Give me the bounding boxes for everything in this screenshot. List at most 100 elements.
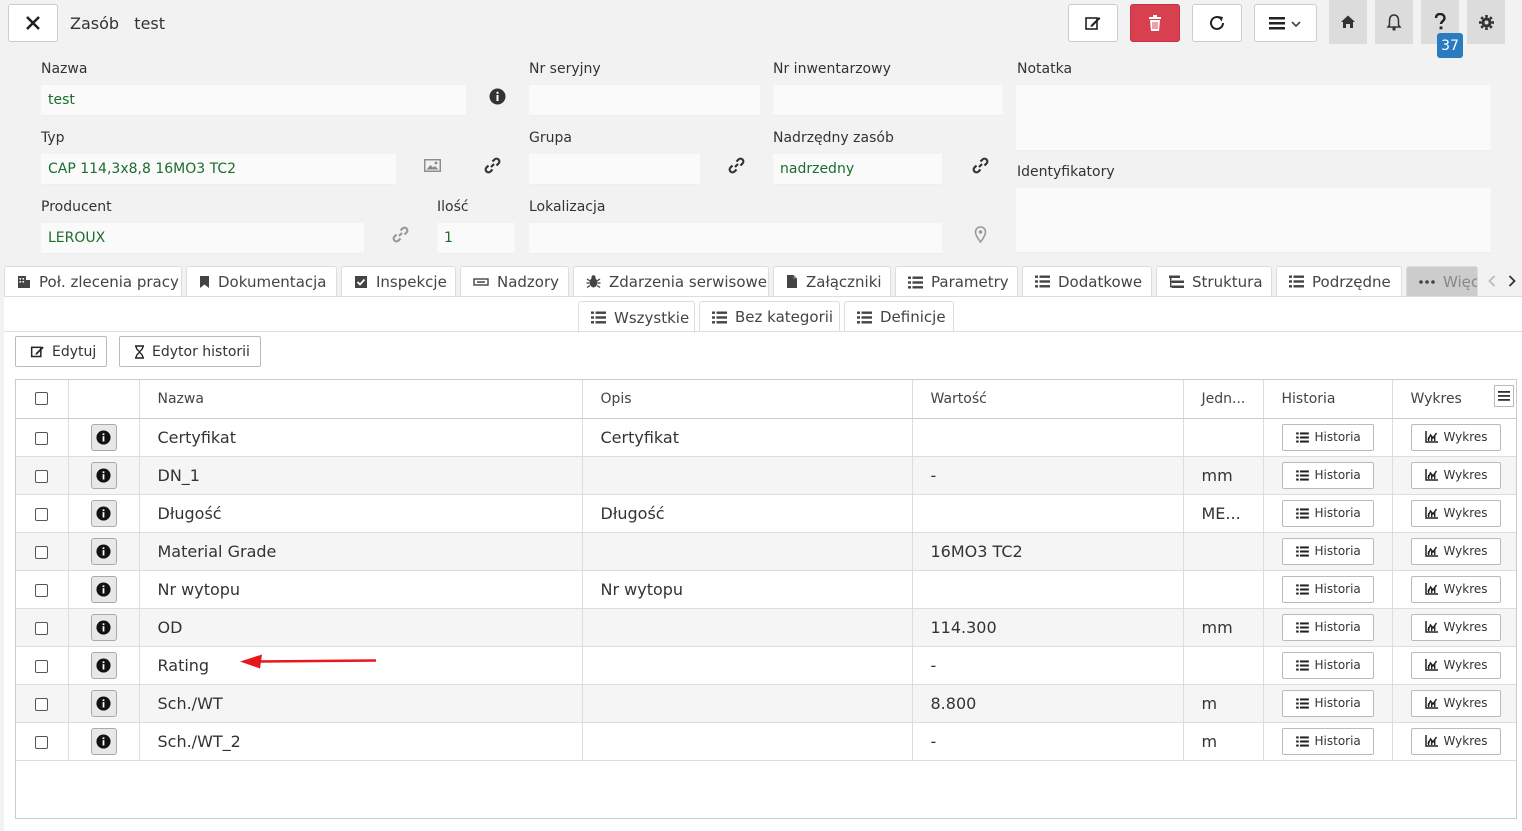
ilosc-field[interactable]: 1 [437, 223, 515, 254]
question-icon [1434, 13, 1446, 30]
historia-button[interactable]: Historia [1281, 727, 1374, 755]
tab-nadzory[interactable]: Nadzory [460, 266, 569, 296]
table-row[interactable]: Material Grade 16MO3 TC2 Historia Wykres [16, 532, 1516, 571]
menu-dropdown-button[interactable] [1254, 4, 1317, 42]
row-checkbox[interactable] [35, 621, 49, 635]
tab-dokumentacja[interactable]: Dokumentacja [186, 266, 337, 296]
refresh-button[interactable] [1192, 4, 1242, 42]
info-icon[interactable] [90, 423, 117, 451]
column-header-nazwa[interactable]: Nazwa [139, 380, 583, 419]
historia-button[interactable]: Historia [1281, 651, 1374, 679]
subtab-bez-kategorii[interactable]: Bez kategorii [699, 301, 840, 332]
historia-button[interactable]: Historia [1281, 537, 1374, 565]
tab-zdarzenia-serwisowe[interactable]: Zdarzenia serwisowe [573, 266, 769, 296]
info-icon[interactable] [90, 651, 117, 679]
row-checkbox[interactable] [35, 697, 49, 711]
row-checkbox[interactable] [35, 545, 49, 559]
home-button[interactable] [1329, 0, 1367, 44]
tabs-scroll-left-button[interactable] [1484, 272, 1500, 290]
info-icon[interactable] [90, 499, 117, 527]
table-row[interactable]: Nr wytopu Nr wytopu Historia Wykres [16, 570, 1516, 609]
wykres-button[interactable]: Wykres [1410, 651, 1501, 679]
wykres-button[interactable]: Wykres [1410, 499, 1501, 527]
nr-seryjny-field[interactable] [529, 85, 760, 116]
info-icon[interactable] [90, 689, 117, 717]
row-checkbox[interactable] [35, 469, 49, 483]
tab-label: Parametry [931, 273, 1009, 291]
typ-field[interactable]: CAP 114,3x8,8 16MO3 TC2 [41, 154, 396, 185]
wykres-button[interactable]: Wykres [1410, 461, 1501, 489]
subtab-definicje[interactable]: Definicje [844, 301, 954, 332]
nadrzedny-link-icon[interactable] [970, 155, 990, 175]
edytuj-button[interactable]: Edytuj [15, 336, 107, 367]
grupa-field[interactable] [529, 154, 700, 185]
historia-button[interactable]: Historia [1281, 689, 1374, 717]
nr-inwentarzowy-field[interactable] [773, 85, 1003, 116]
nadrzedny-zasob-field[interactable]: nadrzedny [773, 154, 942, 185]
wykres-button[interactable]: Wykres [1410, 423, 1501, 451]
tab-parametry[interactable]: Parametry [895, 266, 1018, 297]
edytor-historii-button[interactable]: Edytor historii [119, 336, 261, 367]
table-row[interactable]: Sch./WT 8.800 m Historia Wykres [16, 684, 1516, 723]
historia-button[interactable]: Historia [1281, 613, 1374, 641]
tab-inspekcje[interactable]: Inspekcje [341, 266, 456, 296]
subtab-wszystkie[interactable]: Wszystkie [578, 301, 695, 333]
info-icon[interactable] [90, 461, 117, 489]
historia-button[interactable]: Historia [1281, 423, 1374, 451]
row-checkbox[interactable] [35, 507, 49, 521]
producent-field[interactable]: LEROUX [41, 223, 364, 254]
wykres-button[interactable]: Wykres [1410, 689, 1501, 717]
wykres-button[interactable]: Wykres [1410, 537, 1501, 565]
table-row[interactable]: OD 114.300 mm Historia Wykres [16, 608, 1516, 647]
table-row[interactable]: Sch./WT_2 - m Historia Wykres [16, 722, 1516, 761]
identyfikatory-field[interactable] [1016, 188, 1491, 253]
column-header-wartosc[interactable]: Wartość [912, 380, 1184, 419]
tab-dodatkowe[interactable]: Dodatkowe [1022, 266, 1152, 296]
map-marker-icon[interactable] [970, 224, 990, 244]
row-checkbox[interactable] [35, 659, 49, 673]
nazwa-field[interactable]: test [41, 85, 466, 116]
tab-podrzedne[interactable]: Podrzędne [1276, 266, 1402, 296]
wykres-label: Wykres [1443, 506, 1488, 520]
info-icon[interactable] [90, 575, 117, 603]
link-icon[interactable] [482, 155, 502, 175]
row-checkbox[interactable] [35, 735, 49, 749]
column-header-opis[interactable]: Opis [582, 380, 913, 419]
delete-button[interactable] [1130, 4, 1180, 42]
lokalizacja-field[interactable] [529, 223, 942, 254]
tabs-scroll-right-button[interactable] [1504, 272, 1520, 290]
column-header-historia[interactable]: Historia [1263, 380, 1393, 419]
wykres-button[interactable]: Wykres [1410, 727, 1501, 755]
close-button[interactable] [8, 4, 58, 42]
info-icon[interactable] [90, 727, 117, 755]
table-row[interactable]: Długość Długość ME... Historia Wykres [16, 494, 1516, 533]
tab-struktura[interactable]: Struktura [1156, 266, 1272, 296]
notatka-field[interactable] [1016, 85, 1491, 151]
historia-button[interactable]: Historia [1281, 499, 1374, 527]
select-all-checkbox[interactable] [35, 392, 49, 406]
edit-button[interactable] [1068, 4, 1118, 42]
tab-pol-zlecenia-pracy[interactable]: Poł. zlecenia pracy [4, 266, 182, 296]
settings-button[interactable] [1467, 0, 1505, 44]
info-icon[interactable] [90, 613, 117, 641]
wykres-button[interactable]: Wykres [1410, 613, 1501, 641]
wykres-button[interactable]: Wykres [1410, 575, 1501, 603]
row-checkbox[interactable] [35, 431, 49, 445]
row-checkbox[interactable] [35, 583, 49, 597]
notifications-button[interactable] [1375, 0, 1413, 44]
tab-zalaczniki[interactable]: Załączniki [773, 266, 891, 296]
info-icon[interactable] [90, 537, 117, 565]
tab-label: Załączniki [806, 272, 882, 291]
historia-button[interactable]: Historia [1281, 461, 1374, 489]
table-row[interactable]: Certyfikat Certyfikat Historia Wykres [16, 418, 1516, 457]
table-row[interactable]: DN_1 - mm Historia Wykres [16, 456, 1516, 495]
image-icon[interactable] [422, 155, 442, 175]
tab-wiecej[interactable]: Więc [1406, 266, 1478, 296]
historia-button[interactable]: Historia [1281, 575, 1374, 603]
cell-opis [582, 646, 913, 685]
grupa-link-icon[interactable] [726, 155, 746, 175]
column-header-jednostka[interactable]: Jedn... [1183, 380, 1264, 419]
info-icon[interactable] [487, 86, 507, 106]
column-menu-button[interactable] [1494, 385, 1514, 407]
producent-link-icon[interactable] [390, 224, 410, 244]
